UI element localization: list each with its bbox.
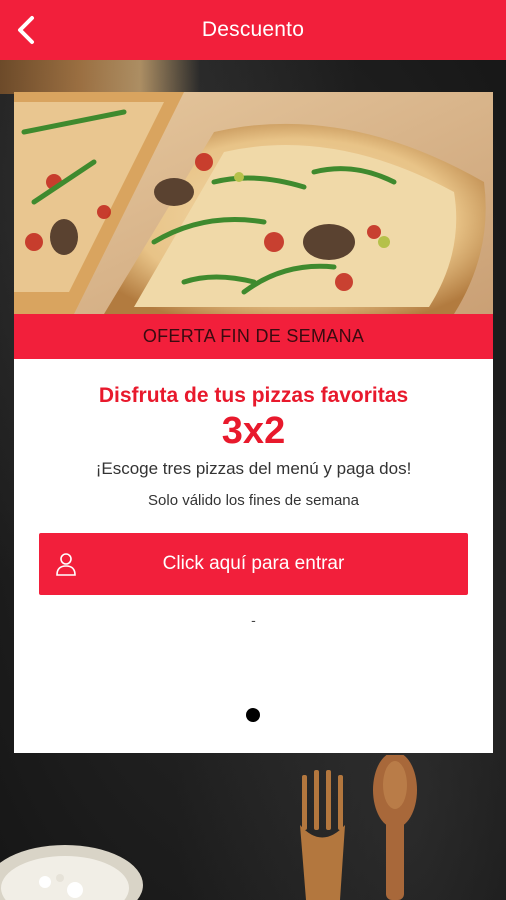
pizza-photo — [14, 92, 493, 314]
promo-headline: Disfruta de tus pizzas favoritas — [98, 384, 409, 407]
page-indicator-dot[interactable] — [246, 708, 260, 722]
pizza-hero-image — [14, 92, 493, 314]
enter-button-label: Click aquí para entrar — [162, 553, 345, 574]
promo-card: OFERTA FIN DE SEMANA Disfruta de tus piz… — [14, 92, 493, 753]
page-title: Descuento — [201, 18, 305, 41]
offer-banner: OFERTA FIN DE SEMANA — [14, 314, 493, 359]
background-pizza-photo — [0, 58, 200, 94]
utensils-decoration — [300, 755, 417, 900]
promo-deal: 3x2 — [221, 410, 286, 452]
separator-text: - — [251, 612, 256, 628]
enter-button[interactable]: Click aquí para entrar — [39, 533, 468, 595]
flour-bowl-decoration — [0, 845, 143, 900]
app-header: Descuento — [0, 0, 506, 60]
user-icon — [56, 553, 76, 576]
promo-note: Solo válido los fines de semana — [148, 492, 359, 509]
back-button[interactable] — [6, 10, 46, 50]
promo-description: ¡Escoge tres pizzas del menú y paga dos! — [95, 459, 412, 478]
chevron-left-icon — [18, 16, 34, 44]
